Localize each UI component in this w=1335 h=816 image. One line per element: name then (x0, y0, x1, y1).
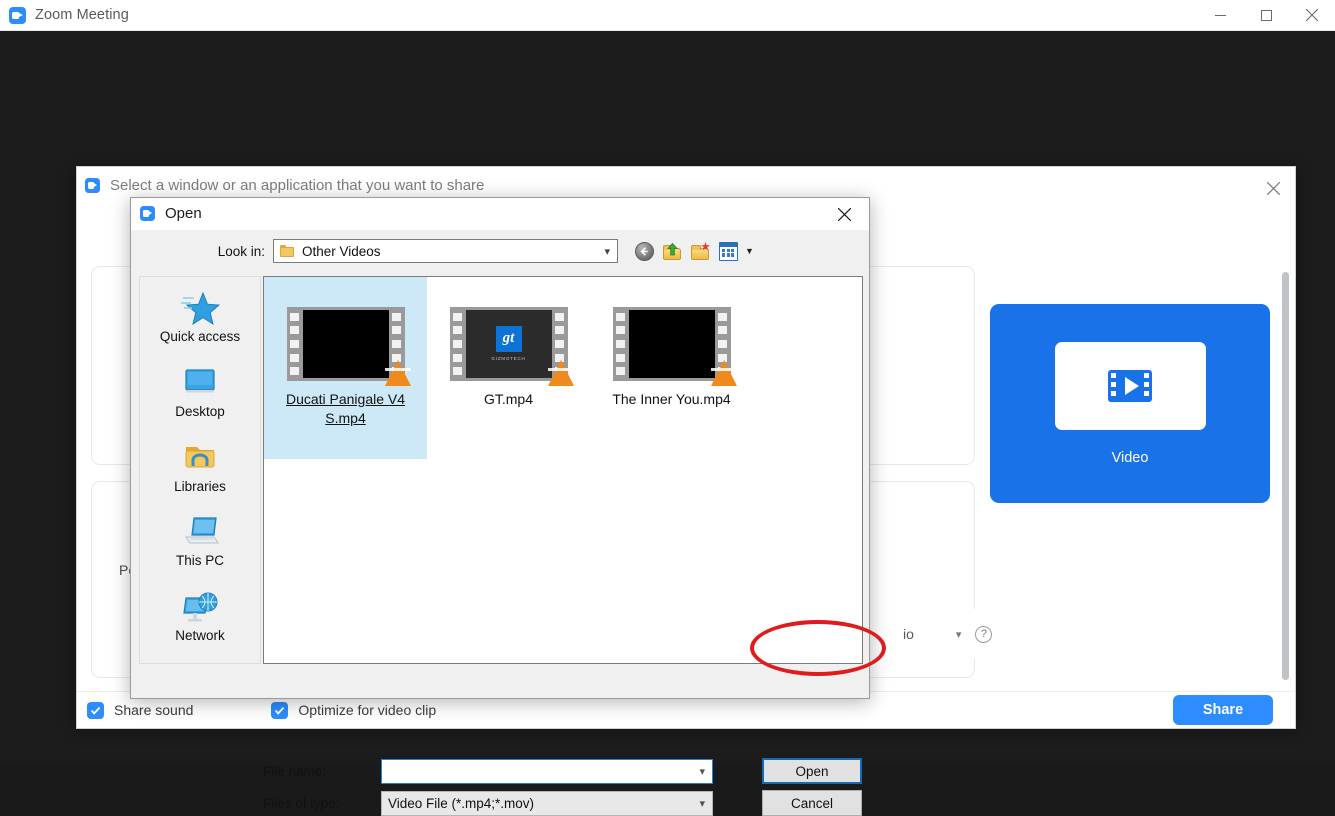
open-dialog-title-bar: Open (131, 198, 869, 230)
star-icon (180, 289, 221, 327)
scrollbar-thumb[interactable] (1282, 272, 1289, 680)
look-in-combobox[interactable]: Other Videos ▾ (273, 239, 618, 263)
file-name-label: GT.mp4 (483, 391, 533, 407)
folder-icon (280, 245, 294, 257)
open-button[interactable]: Open (762, 758, 862, 784)
sidebar-item-network[interactable]: Network (145, 588, 255, 659)
sidebar-item-label: Network (175, 628, 225, 644)
close-icon[interactable] (1261, 176, 1285, 200)
look-in-row: Look in: Other Videos ▾ ▼ (131, 230, 869, 272)
video-thumbnail (286, 307, 411, 386)
desktop-icon (180, 364, 220, 402)
file-name-label: The Inner You.mp4 (612, 391, 731, 407)
list-item[interactable]: Ducati Panigale V4 S.mp4 (264, 277, 427, 459)
question-mark-icon[interactable]: ? (975, 625, 993, 643)
sidebar-item-libraries[interactable]: Libraries (145, 439, 255, 510)
sidebar-item-quick-access[interactable]: Quick access (145, 289, 255, 360)
look-in-label: Look in: (217, 243, 265, 259)
vlc-cone-icon (710, 360, 737, 386)
view-menu-icon[interactable] (719, 241, 738, 261)
libraries-folder-icon (180, 439, 220, 477)
close-icon[interactable] (1289, 0, 1335, 31)
back-icon[interactable] (635, 241, 654, 261)
optimize-video-checkbox[interactable]: Optimize for video clip (271, 701, 437, 719)
video-thumbnail (612, 307, 737, 386)
audio-source-value: io (903, 626, 914, 642)
file-name-input[interactable] (387, 759, 687, 783)
computer-icon (180, 513, 220, 551)
optimize-video-label: Optimize for video clip (298, 702, 437, 718)
minimize-icon[interactable] (1197, 0, 1243, 31)
files-of-type-label-static: Files of type: (263, 795, 340, 811)
list-item[interactable]: gt GIZMOTECH GT.mp4 (427, 277, 590, 459)
sidebar-item-label: Desktop (175, 403, 225, 419)
look-in-value: Other Videos (302, 243, 381, 259)
open-dialog-title: Open (165, 205, 202, 222)
os-title-bar: Zoom Meeting (0, 0, 1335, 31)
places-sidebar: Quick access Desktop Libraries This PC N… (139, 276, 261, 664)
zoom-logo-icon (9, 6, 26, 24)
audio-source-select[interactable]: io ▾ ? (899, 609, 1039, 659)
video-thumbnail: gt GIZMOTECH (449, 307, 574, 386)
open-dialog-toolbar: ▼ (635, 241, 754, 261)
file-name-combobox[interactable]: ▾ (381, 758, 713, 784)
checkbox-checked-icon (87, 701, 104, 719)
up-one-level-icon[interactable] (663, 242, 682, 261)
share-list-scrollbar[interactable] (1282, 272, 1289, 680)
gt-logo-icon: gt (495, 325, 522, 352)
chevron-down-icon[interactable]: ▾ (699, 797, 705, 810)
chevron-down-icon[interactable]: ▾ (699, 765, 705, 778)
close-icon[interactable] (827, 203, 861, 225)
zoom-logo-icon (85, 178, 100, 193)
window-title: Zoom Meeting (35, 7, 129, 23)
file-list-view[interactable]: Ducati Panigale V4 S.mp4 gt GIZMOTECH GT… (263, 276, 863, 664)
file-name-label-static: File name: (263, 763, 327, 779)
share-button[interactable]: Share (1173, 695, 1273, 725)
checkbox-checked-icon (271, 701, 289, 719)
zoom-logo-icon (140, 206, 155, 221)
share-sound-checkbox[interactable]: Share sound (87, 701, 194, 719)
files-of-type-combobox[interactable]: Video File (*.mp4;*.mov) ▾ (381, 790, 713, 816)
chevron-down-icon[interactable]: ▼ (745, 246, 754, 256)
share-source-video-tile[interactable]: Video (990, 304, 1270, 503)
list-item[interactable]: The Inner You.mp4 (590, 277, 753, 459)
vlc-cone-icon (384, 360, 411, 386)
sidebar-item-this-pc[interactable]: This PC (145, 513, 255, 584)
share-source-label: Video (1111, 449, 1149, 466)
gt-logo-caption: GIZMOTECH (491, 355, 526, 361)
sidebar-item-label: This PC (175, 553, 224, 569)
maximize-icon[interactable] (1243, 0, 1289, 31)
video-film-play-icon (1054, 341, 1206, 430)
open-file-dialog: Open Look in: Other Videos ▾ ▼ Quick acc… (130, 197, 870, 816)
sidebar-item-label: Libraries (174, 478, 226, 494)
files-of-type-value: Video File (*.mp4;*.mov) (388, 795, 535, 811)
cancel-button[interactable]: Cancel (762, 790, 862, 816)
network-globe-icon (180, 588, 220, 626)
new-folder-icon[interactable] (691, 241, 710, 261)
share-sound-label: Share sound (114, 702, 194, 718)
file-name-label: Ducati Panigale V4 S.mp4 (285, 391, 406, 426)
sidebar-item-label: Quick access (159, 329, 241, 344)
share-window-title: Select a window or an application that y… (110, 177, 485, 194)
vlc-cone-icon (547, 360, 574, 386)
window-controls (1197, 0, 1335, 31)
chevron-down-icon: ▾ (955, 628, 962, 641)
sidebar-item-desktop[interactable]: Desktop (145, 364, 255, 435)
chevron-down-icon: ▾ (604, 246, 610, 258)
